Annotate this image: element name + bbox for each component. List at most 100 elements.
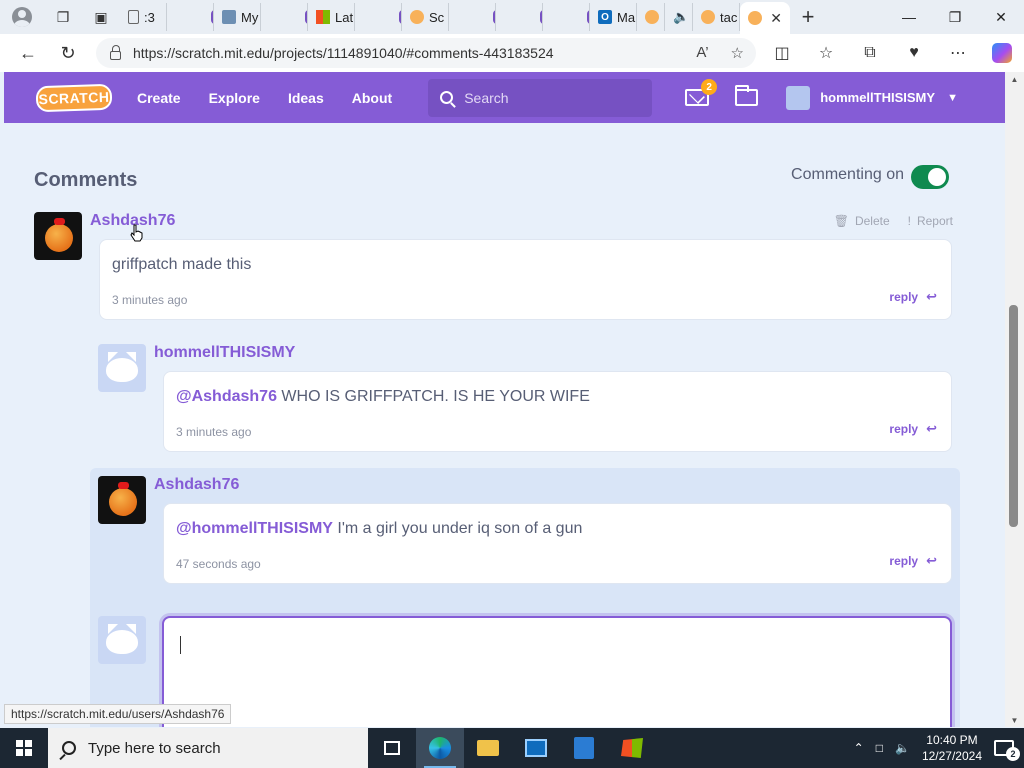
delete-button[interactable]: 🗑 Delete [834, 214, 890, 228]
browser-tab[interactable]: My [214, 3, 261, 31]
more-menu-icon[interactable]: ⋯ [936, 34, 980, 72]
comment-bubble: griffpatch made this 3 minutes ago reply… [99, 239, 952, 320]
report-icon: ! [907, 214, 911, 228]
browser-toolbar: ← ↻ https://scratch.mit.edu/projects/111… [0, 34, 1024, 72]
browser-tab[interactable]: tac [693, 3, 740, 31]
split-screen-icon[interactable]: ◫ [760, 34, 804, 72]
folder-icon [477, 740, 499, 756]
nav-explore[interactable]: Explore [209, 90, 260, 106]
image-icon [222, 10, 236, 24]
reply-arrow-icon: ↩ [926, 421, 937, 436]
profile-button[interactable] [0, 0, 44, 34]
new-tab-button[interactable]: + [790, 0, 826, 34]
reply-button[interactable]: reply ↩ [889, 553, 937, 569]
page-scrollbar[interactable]: ▲ ▼ [1005, 72, 1024, 727]
scroll-down-icon[interactable]: ▼ [1005, 713, 1024, 727]
notifications-icon[interactable]: 2 [994, 740, 1020, 761]
browser-tab[interactable] [637, 3, 665, 31]
close-window-button[interactable]: ✕ [978, 0, 1024, 34]
comment-text: @hommellTHISISMY I'm a girl you under iq… [176, 520, 583, 537]
user-avatar[interactable] [786, 85, 811, 110]
link-status-bar: https://scratch.mit.edu/users/Ashdash76 [4, 704, 232, 724]
start-button[interactable] [0, 728, 48, 768]
minimize-button[interactable]: — [886, 0, 932, 34]
address-bar[interactable]: https://scratch.mit.edu/projects/1114891… [96, 38, 756, 68]
mention-link[interactable]: @Ashdash76 [176, 388, 277, 405]
close-tab-icon[interactable]: ✕ [770, 10, 782, 27]
chevron-up-icon[interactable]: ⌃ [854, 741, 864, 755]
clock[interactable]: 10:40 PM 12/27/2024 [922, 732, 982, 764]
trash-icon: 🗑 [833, 214, 849, 228]
url-text[interactable]: https://scratch.mit.edu/projects/1114891… [133, 45, 554, 61]
reply-arrow-icon: ↩ [926, 553, 937, 568]
scratch-icon [410, 10, 424, 24]
scrollbar-thumb[interactable] [1009, 305, 1018, 527]
back-button[interactable]: ← [8, 34, 48, 72]
my-stuff-folder-icon[interactable] [735, 85, 759, 106]
messages-icon[interactable]: 2 [685, 79, 718, 106]
task-view-icon [384, 741, 400, 755]
reply-textarea[interactable] [162, 616, 952, 727]
edge-icon [429, 737, 451, 759]
favorite-star-icon[interactable]: ☆ [731, 44, 744, 62]
app-taskbar-button[interactable] [512, 728, 560, 768]
browser-tab[interactable]: ter [496, 3, 543, 31]
network-icon[interactable]: □ [876, 741, 883, 755]
lock-icon[interactable] [110, 44, 121, 60]
browser-tab[interactable]: ho [355, 3, 402, 31]
browser-tab[interactable]: Lat [308, 3, 355, 31]
mention-link[interactable]: @hommellTHISISMY [176, 520, 333, 537]
browser-tab[interactable]: Sc [402, 3, 449, 31]
avatar[interactable] [98, 476, 146, 524]
favorites-icon[interactable]: ☆ [804, 34, 848, 72]
reply-button[interactable]: reply ↩ [889, 289, 937, 305]
comment-time: 47 seconds ago [176, 557, 261, 571]
word-taskbar-button[interactable] [560, 728, 608, 768]
copilot-button[interactable] [980, 34, 1024, 72]
edge-taskbar-button[interactable] [416, 728, 464, 768]
comments-title: Comments [34, 169, 138, 191]
tab-actions-icon[interactable]: ▣ [82, 0, 120, 34]
comment-author[interactable]: hommellTHISISMY [154, 344, 295, 362]
comment-author[interactable]: Ashdash76 [154, 476, 239, 494]
taskbar-search-input[interactable]: Type here to search [48, 728, 368, 768]
read-aloud-icon[interactable]: A’ [696, 44, 708, 62]
commenting-toggle[interactable] [911, 165, 949, 189]
username[interactable]: hommellTHISISMY [820, 90, 935, 105]
refresh-button[interactable]: ↻ [48, 34, 88, 72]
nav-create[interactable]: Create [137, 90, 181, 106]
report-button[interactable]: ! Report [908, 214, 953, 228]
collections-icon[interactable]: ⧉ [848, 34, 892, 72]
browser-tab[interactable]: ter [449, 3, 496, 31]
chevron-down-icon[interactable]: ▼ [947, 92, 958, 104]
task-view-button[interactable] [368, 728, 416, 768]
browser-tab[interactable]: :3 [120, 3, 167, 31]
browser-tab[interactable]: O Ma [590, 3, 637, 31]
profile-icon [12, 7, 32, 27]
commenting-label: Commenting on [791, 166, 904, 183]
browser-tab-active[interactable]: ✕ [740, 2, 790, 34]
workspaces-icon[interactable]: ❐ [44, 0, 82, 34]
restore-button[interactable]: ❐ [932, 0, 978, 34]
windows-flag-app-button[interactable] [608, 728, 656, 768]
app-window-icon [525, 739, 547, 757]
nav-about[interactable]: About [352, 90, 392, 106]
scroll-up-icon[interactable]: ▲ [1005, 72, 1024, 86]
avatar[interactable] [34, 212, 82, 260]
comment-time: 3 minutes ago [112, 293, 188, 307]
browser-essentials-icon[interactable]: ♥ [892, 34, 936, 72]
browser-tab[interactable]: ho [543, 3, 590, 31]
reply-button[interactable]: reply ↩ [889, 421, 937, 437]
browser-tab[interactable]: do [167, 3, 214, 31]
scratch-icon [748, 11, 762, 25]
file-explorer-button[interactable] [464, 728, 512, 768]
browser-tab[interactable]: 🔈 [665, 3, 693, 31]
avatar[interactable] [98, 344, 146, 392]
scratch-logo[interactable]: SCRATCH [35, 83, 113, 112]
search-input[interactable]: Search [428, 78, 653, 117]
browser-tab[interactable]: vis [261, 3, 308, 31]
speaker-muted-icon[interactable]: 🔈 [673, 9, 689, 25]
nav-ideas[interactable]: Ideas [288, 90, 324, 106]
volume-muted-icon[interactable]: 🔈 [895, 741, 910, 755]
reply-arrow-icon: ↩ [926, 289, 937, 304]
